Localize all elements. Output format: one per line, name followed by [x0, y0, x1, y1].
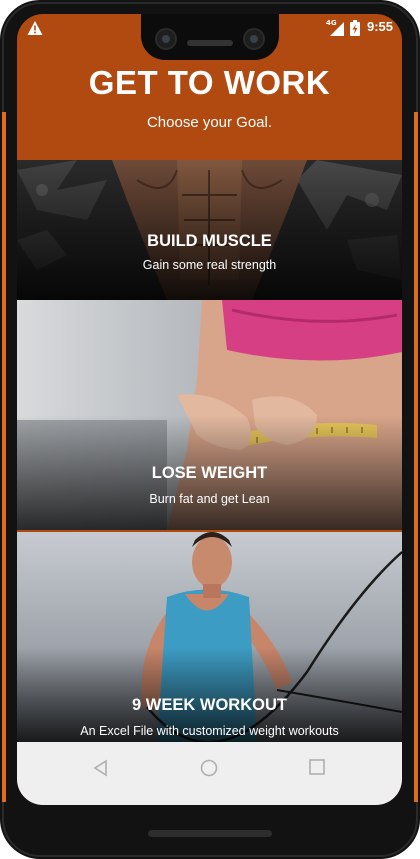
goal-card-build-muscle[interactable]: BUILD MUSCLE Gain some real strength — [17, 160, 402, 300]
home-icon[interactable] — [199, 758, 219, 778]
goal-description: Gain some real strength — [142, 258, 277, 272]
page-subtitle: Choose your Goal. — [146, 114, 273, 131]
phone-frame: GET TO WORK Choose your Goal. BUILD MUSC… — [0, 0, 420, 859]
goal-title: BUILD MUSCLE — [147, 232, 272, 250]
goal-card-9-week-workout[interactable]: 9 WEEK WORKOUT An Excel File with custom… — [17, 532, 402, 742]
camera-notch — [141, 14, 279, 60]
app-screen: GET TO WORK Choose your Goal. BUILD MUSC… — [17, 14, 402, 805]
earpiece-speaker — [187, 40, 233, 46]
recent-apps-icon[interactable] — [308, 758, 326, 776]
page-title: GET TO WORK — [88, 64, 331, 101]
system-nav-bar — [17, 742, 402, 805]
goal-title: LOSE WEIGHT — [151, 464, 268, 482]
warning-icon — [27, 21, 43, 35]
front-camera-right — [243, 28, 265, 50]
back-icon[interactable] — [91, 758, 111, 778]
goal-description: An Excel File with customized weight wor… — [80, 724, 339, 738]
status-time: 9:55 — [367, 19, 394, 34]
goal-description: Burn fat and get Lean — [149, 492, 270, 506]
side-accent-left — [2, 112, 6, 802]
muscle-photo — [17, 160, 402, 300]
goal-title: 9 WEEK WORKOUT — [132, 696, 287, 714]
goal-card-lose-weight[interactable]: LOSE WEIGHT Burn fat and get Lean — [17, 300, 402, 530]
app-header: GET TO WORK Choose your Goal. — [17, 44, 402, 160]
bottom-speaker — [148, 830, 272, 837]
front-camera-left — [155, 28, 177, 50]
signal-icon — [330, 22, 344, 36]
side-accent-right — [414, 112, 418, 802]
battery-charging-icon — [350, 20, 360, 36]
